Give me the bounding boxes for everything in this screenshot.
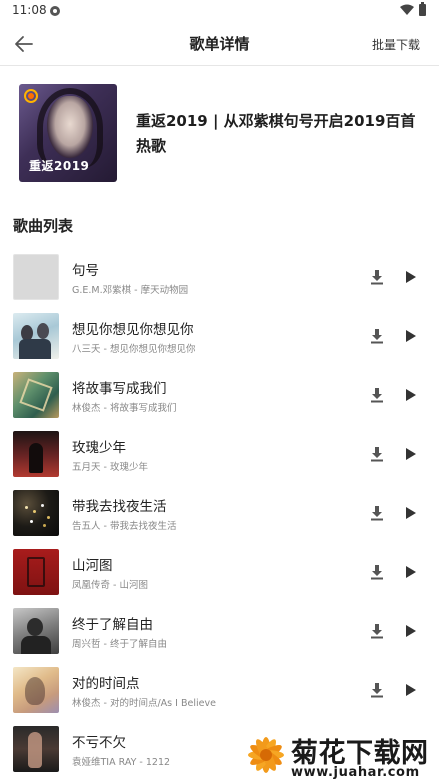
- download-icon[interactable]: [370, 564, 384, 580]
- batch-download-button[interactable]: 批量下载: [372, 36, 420, 53]
- song-thumbnail: [13, 431, 59, 477]
- song-thumbnail: [13, 490, 59, 536]
- section-title: 歌曲列表: [13, 217, 74, 235]
- song-subtitle: 林俊杰 - 将故事写成我们: [72, 403, 177, 414]
- song-title: 句号: [72, 263, 99, 279]
- playlist-cover: 重返2019: [19, 84, 117, 182]
- song-subtitle: 八三夭 - 想见你想见你想见你: [72, 344, 196, 355]
- play-icon[interactable]: [403, 388, 417, 402]
- song-thumbnail: [13, 667, 59, 713]
- download-icon[interactable]: [370, 682, 384, 698]
- watermark: 菊花下载网 www.juahar.com: [241, 727, 439, 782]
- download-icon[interactable]: [370, 623, 384, 639]
- play-icon[interactable]: [403, 270, 417, 284]
- download-icon[interactable]: [370, 505, 384, 521]
- song-title: 山河图: [72, 558, 113, 574]
- song-title: 终于了解自由: [72, 617, 153, 633]
- play-icon[interactable]: [403, 506, 417, 520]
- song-subtitle: 周兴哲 - 终于了解自由: [72, 639, 167, 650]
- song-row[interactable]: 带我去找夜生活 告五人 - 带我去找夜生活: [0, 484, 439, 542]
- download-icon[interactable]: [370, 269, 384, 285]
- song-title: 对的时间点: [72, 676, 140, 692]
- playlist-name: 重返2019 | 从邓紫棋句号开启2019百首热歌: [136, 112, 416, 155]
- play-icon[interactable]: [403, 565, 417, 579]
- song-row[interactable]: 山河图 凤凰传奇 - 山河图: [0, 543, 439, 601]
- song-title: 带我去找夜生活: [72, 499, 167, 515]
- song-subtitle: G.E.M.邓紫棋 - 摩天动物园: [72, 285, 189, 296]
- song-subtitle: 凤凰传奇 - 山河图: [72, 580, 148, 591]
- song-row[interactable]: 对的时间点 林俊杰 - 对的时间点/As I Believe: [0, 661, 439, 719]
- song-title: 将故事写成我们: [72, 381, 167, 397]
- song-row[interactable]: 玫瑰少年 五月天 - 玫瑰少年: [0, 425, 439, 483]
- playlist-header: 重返2019 重返2019 | 从邓紫棋句号开启2019百首热歌: [0, 67, 439, 192]
- song-subtitle: 告五人 - 带我去找夜生活: [72, 521, 177, 532]
- play-icon[interactable]: [403, 624, 417, 638]
- app-bar: 歌单详情 批量下载: [0, 22, 439, 66]
- song-thumbnail: [13, 608, 59, 654]
- song-thumbnail: [13, 549, 59, 595]
- song-title: 不亏不欠: [72, 735, 126, 751]
- logo-icon: [24, 89, 38, 103]
- wifi-icon: [400, 4, 414, 15]
- status-bar: 11:08: [0, 0, 439, 22]
- song-subtitle: 林俊杰 - 对的时间点/As I Believe: [72, 698, 216, 709]
- song-subtitle: 五月天 - 玫瑰少年: [72, 462, 148, 473]
- song-row[interactable]: 终于了解自由 周兴哲 - 终于了解自由: [0, 602, 439, 660]
- song-row[interactable]: 想见你想见你想见你 八三夭 - 想见你想见你想见你: [0, 307, 439, 365]
- song-title: 想见你想见你想见你: [72, 322, 194, 338]
- song-thumbnail: [13, 372, 59, 418]
- notification-icon: [50, 6, 60, 16]
- watermark-url: www.juahar.com: [291, 765, 420, 780]
- song-thumbnail: [13, 254, 59, 300]
- battery-icon: [419, 2, 426, 16]
- song-title: 玫瑰少年: [72, 440, 126, 456]
- song-thumbnail: [13, 313, 59, 359]
- play-icon[interactable]: [403, 447, 417, 461]
- chrysanthemum-logo-icon: [248, 737, 284, 773]
- cover-badge: 重返2019: [29, 159, 90, 173]
- download-icon[interactable]: [370, 387, 384, 403]
- song-thumbnail: [13, 726, 59, 772]
- download-icon[interactable]: [370, 328, 384, 344]
- play-icon[interactable]: [403, 683, 417, 697]
- song-row[interactable]: 将故事写成我们 林俊杰 - 将故事写成我们: [0, 366, 439, 424]
- song-subtitle: 袁娅维TIA RAY - 1212: [72, 757, 171, 768]
- song-row[interactable]: 句号 G.E.M.邓紫棋 - 摩天动物园: [0, 248, 439, 306]
- play-icon[interactable]: [403, 329, 417, 343]
- status-time: 11:08: [12, 3, 47, 17]
- download-icon[interactable]: [370, 446, 384, 462]
